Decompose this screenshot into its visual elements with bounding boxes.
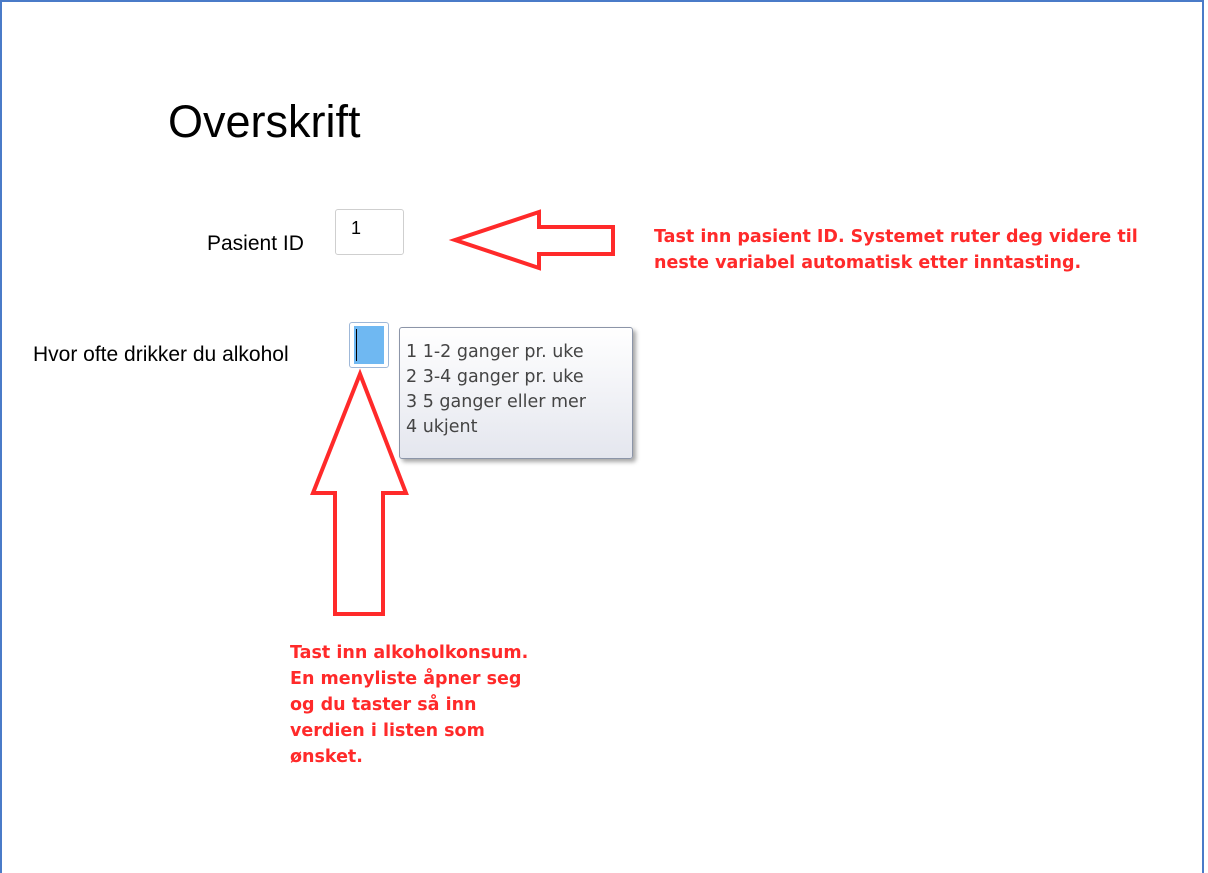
page-title: Overskrift: [168, 96, 361, 147]
patient-id-annotation: Tast inn pasient ID. Systemet ruter deg …: [654, 227, 1138, 273]
dropdown-option[interactable]: 4 ukjent: [406, 415, 632, 440]
alcohol-options-dropdown[interactable]: 1 1-2 ganger pr. uke 2 3-4 ganger pr. uk…: [399, 327, 633, 459]
patient-id-input[interactable]: 1: [335, 209, 404, 255]
alcohol-annotation: Tast inn alkoholkonsum. En menyliste åpn…: [290, 643, 529, 767]
input-selection-highlight: [354, 326, 384, 364]
dropdown-option[interactable]: 2 3-4 ganger pr. uke: [406, 365, 632, 390]
patient-id-label: Pasient ID: [207, 232, 304, 255]
alcohol-question-label: Hvor ofte drikker du alkohol: [33, 343, 289, 366]
text-caret: [356, 329, 357, 361]
alcohol-input[interactable]: [349, 322, 389, 368]
dropdown-option[interactable]: 3 5 ganger eller mer: [406, 390, 632, 415]
dropdown-option[interactable]: 1 1-2 ganger pr. uke: [406, 340, 632, 365]
